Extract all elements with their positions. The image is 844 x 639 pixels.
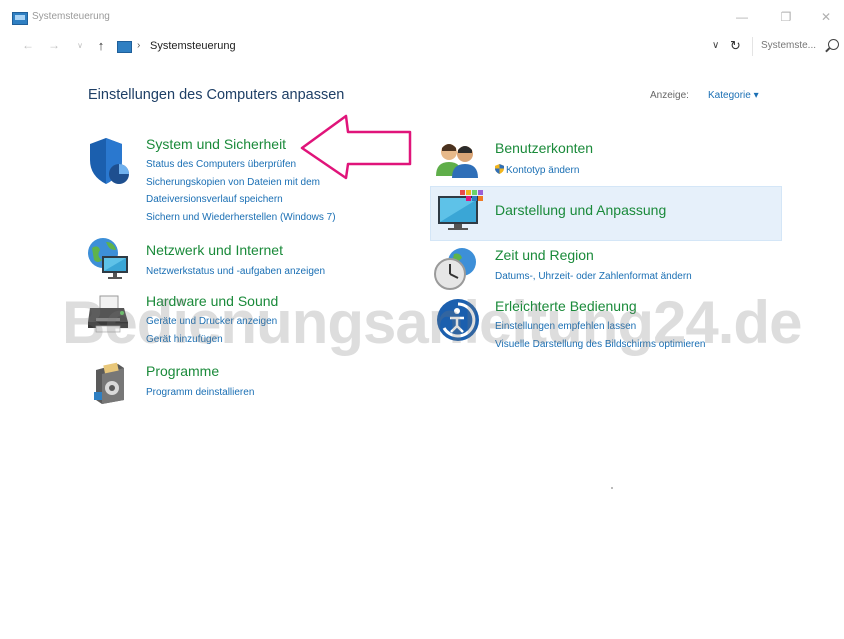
control-panel-icon bbox=[12, 12, 28, 25]
category-network-internet[interactable]: Netzwerk und Internet bbox=[146, 242, 283, 258]
shield-icon bbox=[90, 138, 129, 184]
link-add-device[interactable]: Gerät hinzufügen bbox=[146, 334, 223, 345]
category-user-accounts[interactable]: Benutzerkonten bbox=[495, 140, 593, 156]
link-optimize-display[interactable]: Visuelle Darstellung des Bildschirms opt… bbox=[495, 339, 705, 350]
category-programs[interactable]: Programme bbox=[146, 363, 219, 379]
ease-of-access-icon bbox=[437, 299, 479, 341]
appearance-icon bbox=[438, 190, 483, 230]
category-ease-of-access[interactable]: Erleichterte Bedienung bbox=[495, 298, 637, 314]
control-panel-icon bbox=[117, 41, 132, 53]
window-title: Systemsteuerung bbox=[32, 11, 110, 22]
refresh-button[interactable]: ↻ bbox=[730, 38, 741, 54]
link-backup-files[interactable]: Sicherungskopien von Dateien mit dem bbox=[146, 177, 320, 188]
link-backup-restore[interactable]: Sichern und Wiederherstellen (Windows 7) bbox=[146, 212, 336, 223]
back-button[interactable]: ← bbox=[20, 38, 36, 52]
breadcrumb-separator[interactable]: › bbox=[137, 40, 140, 51]
breadcrumb-item[interactable]: Systemsteuerung bbox=[150, 40, 236, 52]
recent-locations-button[interactable]: ∨ bbox=[72, 41, 88, 50]
up-button[interactable]: ↑ bbox=[93, 38, 109, 53]
search-placeholder: Systemste... bbox=[761, 40, 817, 51]
forward-button[interactable]: → bbox=[46, 38, 62, 52]
link-change-account-type[interactable]: Kontotyp ändern bbox=[495, 164, 579, 176]
maximize-button[interactable]: ❐ bbox=[768, 6, 804, 28]
annotation-arrow-icon bbox=[300, 114, 412, 180]
link-check-status[interactable]: Status des Computers überprüfen bbox=[146, 159, 296, 170]
uac-shield-icon bbox=[495, 164, 504, 174]
search-input[interactable]: Systemste... bbox=[752, 37, 841, 56]
link-devices-printers[interactable]: Geräte und Drucker anzeigen bbox=[146, 316, 277, 327]
search-icon[interactable] bbox=[828, 39, 839, 50]
programs-icon bbox=[94, 362, 124, 404]
category-time-region[interactable]: Zeit und Region bbox=[495, 247, 594, 263]
user-accounts-icon bbox=[436, 144, 478, 178]
link-file-history[interactable]: Dateiversionsverlauf speichern bbox=[146, 194, 283, 205]
category-appearance-personalization[interactable]: Darstellung und Anpassung bbox=[495, 202, 666, 218]
link-uninstall-program[interactable]: Programm deinstallieren bbox=[146, 387, 254, 398]
address-bar: ← → ∨ ↑ › Systemsteuerung ∨ ↻ Systemste.… bbox=[0, 34, 844, 60]
link-label: Kontotyp ändern bbox=[506, 165, 580, 176]
minimize-button[interactable]: — bbox=[724, 6, 760, 28]
link-date-time-format[interactable]: Datums-, Uhrzeit- oder Zahlenformat ände… bbox=[495, 271, 692, 282]
network-icon bbox=[88, 238, 128, 279]
clock-globe-icon bbox=[434, 248, 476, 290]
link-network-status[interactable]: Netzwerkstatus und -aufgaben anzeigen bbox=[146, 266, 325, 277]
title-bar: Systemsteuerung — ❐ ✕ bbox=[0, 0, 844, 34]
printer-icon bbox=[88, 295, 128, 333]
category-hardware-sound[interactable]: Hardware und Sound bbox=[146, 293, 278, 309]
close-button[interactable]: ✕ bbox=[808, 6, 844, 28]
page-title: Einstellungen des Computers anpassen bbox=[88, 87, 345, 103]
stray-pixel bbox=[611, 487, 613, 489]
address-dropdown-button[interactable]: ∨ bbox=[712, 40, 719, 51]
view-mode-dropdown[interactable]: Kategorie ▾ bbox=[708, 90, 759, 101]
category-system-security[interactable]: System und Sicherheit bbox=[146, 136, 286, 152]
view-label: Anzeige: bbox=[650, 90, 689, 101]
link-recommend-settings[interactable]: Einstellungen empfehlen lassen bbox=[495, 321, 636, 332]
